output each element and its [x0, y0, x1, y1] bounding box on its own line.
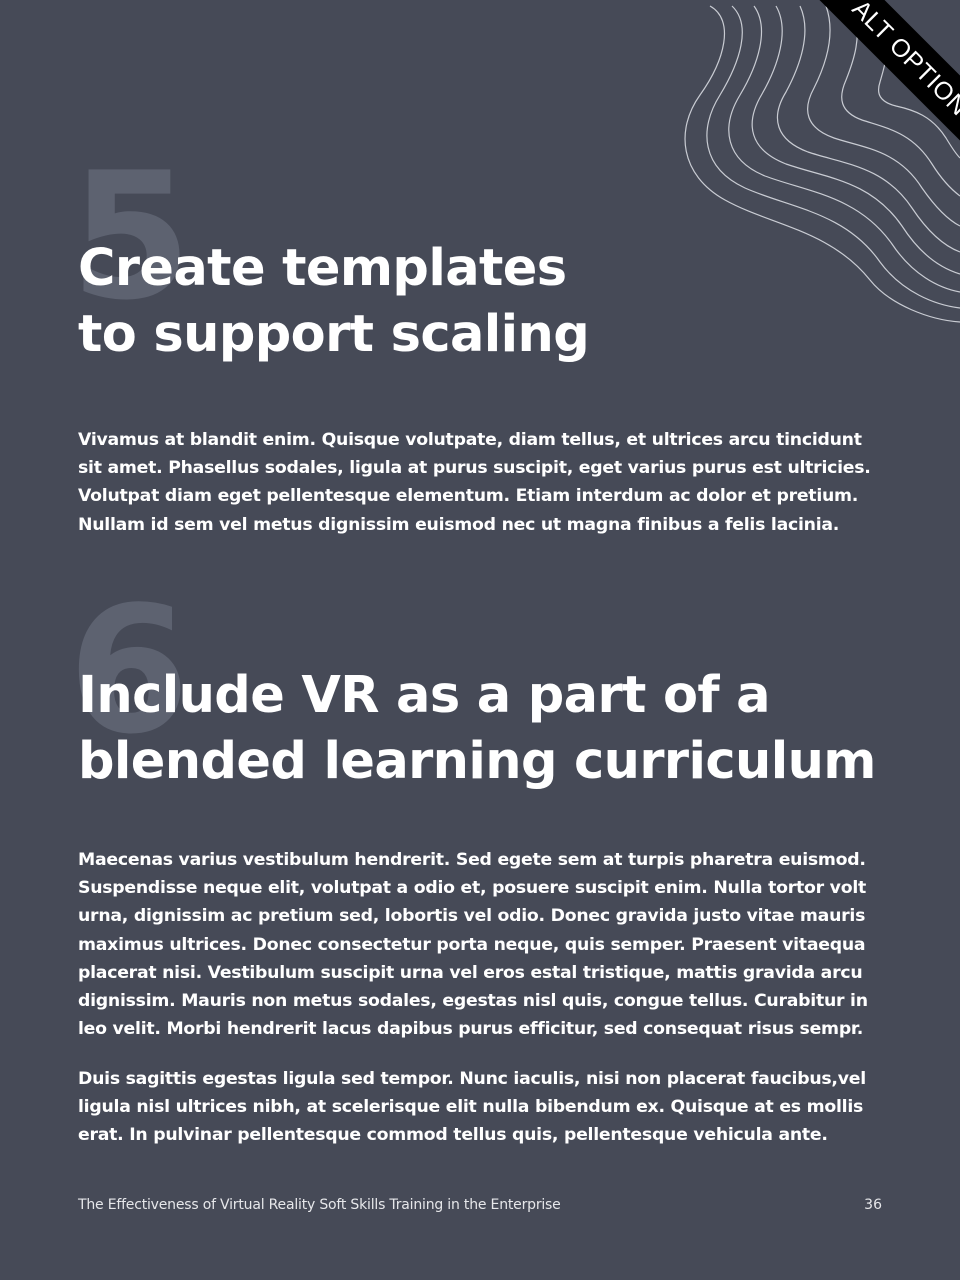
body-paragraph: Vivamus at blandit enim. Quisque volutpa…	[78, 430, 871, 535]
body-paragraph: Maecenas varius vestibulum hendrerit. Se…	[78, 850, 868, 1040]
footer-document-title: The Effectiveness of Virtual Reality Sof…	[78, 1197, 561, 1213]
section-heading: Create templates to support scaling	[78, 236, 590, 368]
heading-line: Create templates	[78, 239, 567, 298]
heading-line: Include VR as a part of a	[78, 666, 771, 725]
page-number: 36	[864, 1197, 882, 1213]
heading-line: blended learning curriculum	[78, 732, 876, 791]
section-heading: Include VR as a part of a blended learni…	[78, 663, 876, 795]
heading-line: to support scaling	[78, 305, 590, 364]
document-page: ALT OPTION 5 Create templates to support…	[0, 0, 960, 1280]
body-paragraph: Duis sagittis egestas ligula sed tempor.…	[78, 1069, 866, 1146]
